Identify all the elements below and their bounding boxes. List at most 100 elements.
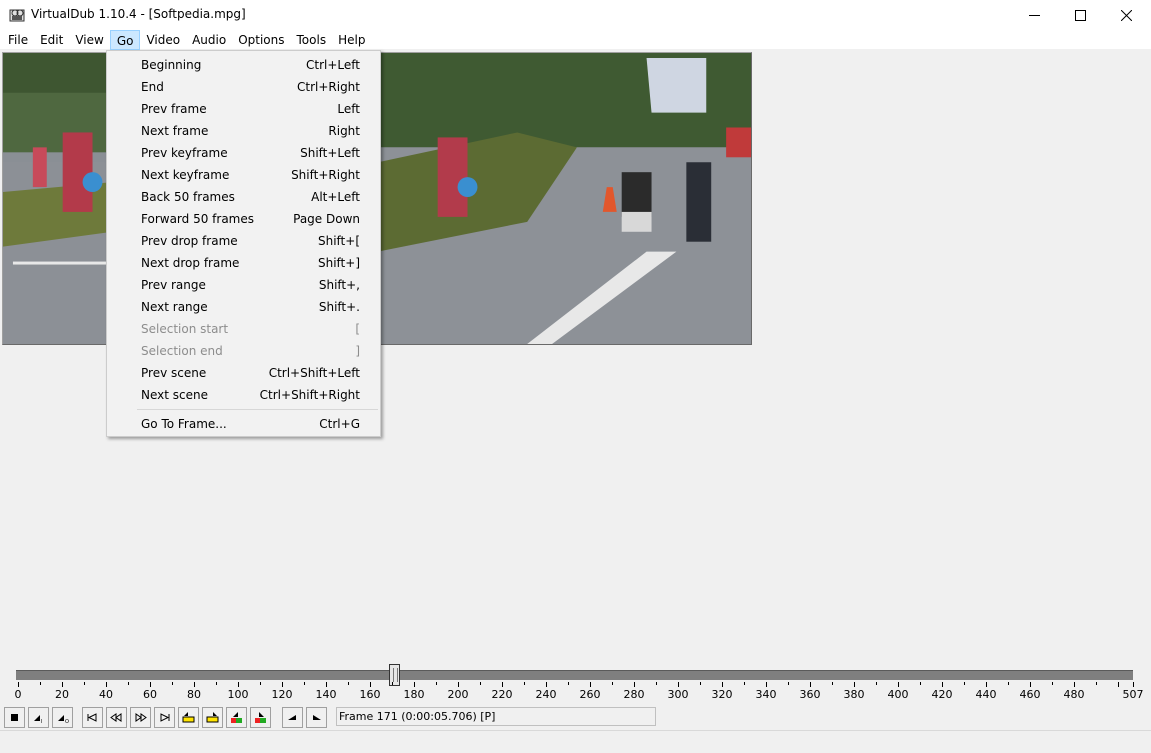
minimize-button[interactable] bbox=[1011, 0, 1057, 30]
timeline-major-tick bbox=[634, 682, 635, 687]
timeline-minor-tick bbox=[304, 682, 305, 685]
menu-file[interactable]: File bbox=[2, 30, 34, 50]
timeline-minor-tick bbox=[216, 682, 217, 685]
timeline-track[interactable] bbox=[16, 670, 1133, 680]
menu-tools[interactable]: Tools bbox=[291, 30, 333, 50]
timeline-tick-label: 220 bbox=[491, 688, 513, 701]
mark-out-icon bbox=[313, 715, 321, 720]
menu-help[interactable]: Help bbox=[332, 30, 371, 50]
menu-item-shortcut: [ bbox=[355, 322, 360, 336]
timeline-tick-label: 80 bbox=[187, 688, 201, 701]
timeline-tick-label: 340 bbox=[755, 688, 777, 701]
go-menu-item-forward-50-frames[interactable]: Forward 50 frames Page Down bbox=[107, 208, 380, 230]
timeline-minor-tick bbox=[876, 682, 877, 685]
output-video-pane[interactable] bbox=[377, 52, 752, 345]
timeline-tick-label: 300 bbox=[667, 688, 689, 701]
menu-bar: File Edit View Go Video Audio Options To… bbox=[0, 29, 1151, 50]
mark-out-button[interactable] bbox=[306, 707, 327, 728]
menu-view[interactable]: View bbox=[69, 30, 109, 50]
virtualdub-app-icon[interactable] bbox=[9, 7, 25, 23]
timeline-minor-tick bbox=[700, 682, 701, 685]
timeline-major-tick bbox=[590, 682, 591, 687]
go-menu-item-prev-scene[interactable]: Prev scene Ctrl+Shift+Left bbox=[107, 362, 380, 384]
menu-item-label: Next frame bbox=[141, 124, 209, 138]
go-menu-item-next-range[interactable]: Next range Shift+. bbox=[107, 296, 380, 318]
timeline-major-tick bbox=[238, 682, 239, 687]
timeline-minor-tick bbox=[656, 682, 657, 685]
timeline-minor-tick bbox=[612, 682, 613, 685]
go-menu-item-go-to-frame[interactable]: Go To Frame... Ctrl+G bbox=[107, 413, 380, 435]
timeline-minor-tick bbox=[1096, 682, 1097, 685]
go-menu-item-next-frame[interactable]: Next frame Right bbox=[107, 120, 380, 142]
go-menu-item-selection-end: Selection end] bbox=[107, 340, 380, 362]
maximize-button[interactable] bbox=[1057, 0, 1103, 30]
minimize-icon bbox=[1028, 14, 1040, 16]
timeline-minor-tick bbox=[964, 682, 965, 685]
menu-edit[interactable]: Edit bbox=[34, 30, 69, 50]
title-bar: VirtualDub 1.10.4 - [Softpedia.mpg] bbox=[0, 0, 1151, 30]
menu-item-label: Prev keyframe bbox=[141, 146, 228, 160]
timeline-major-tick bbox=[678, 682, 679, 687]
menu-item-shortcut: Page Down bbox=[293, 212, 360, 226]
next-scene-button[interactable] bbox=[250, 707, 271, 728]
timeline-minor-tick bbox=[84, 682, 85, 685]
timeline-major-tick bbox=[370, 682, 371, 687]
timeline-tick-label: 260 bbox=[579, 688, 601, 701]
close-button[interactable] bbox=[1103, 0, 1149, 30]
timeline-tick-label: 460 bbox=[1019, 688, 1041, 701]
go-menu-item-next-scene[interactable]: Next scene Ctrl+Shift+Right bbox=[107, 384, 380, 406]
timeline-minor-tick bbox=[788, 682, 789, 685]
play-input-icon: I bbox=[34, 715, 42, 725]
prev-scene-button[interactable] bbox=[226, 707, 247, 728]
go-menu-item-back-50-frames[interactable]: Back 50 frames Alt+Left bbox=[107, 186, 380, 208]
go-menu-item-prev-keyframe[interactable]: Prev keyframe Shift+Left bbox=[107, 142, 380, 164]
menu-video[interactable]: Video bbox=[140, 30, 186, 50]
timeline-minor-tick bbox=[436, 682, 437, 685]
menu-item-label: Prev frame bbox=[141, 102, 207, 116]
stop-button[interactable] bbox=[4, 707, 25, 728]
menu-item-shortcut: ] bbox=[355, 344, 360, 358]
timeline-tick-label: 360 bbox=[799, 688, 821, 701]
menu-item-label: Beginning bbox=[141, 58, 202, 72]
svg-text:O: O bbox=[65, 719, 69, 725]
timeline-major-tick bbox=[898, 682, 899, 687]
menu-item-label: Prev scene bbox=[141, 366, 207, 380]
menu-item-shortcut: Ctrl+Left bbox=[306, 58, 360, 72]
go-menu-item-prev-frame[interactable]: Prev frame Left bbox=[107, 98, 380, 120]
menu-item-label: End bbox=[141, 80, 164, 94]
mark-in-icon bbox=[288, 715, 296, 720]
next-frame-button[interactable] bbox=[130, 707, 151, 728]
window-title: VirtualDub 1.10.4 - [Softpedia.mpg] bbox=[31, 7, 246, 21]
menu-audio[interactable]: Audio bbox=[186, 30, 232, 50]
timeline-tick-label: 380 bbox=[843, 688, 865, 701]
timeline-thumb[interactable] bbox=[389, 664, 400, 686]
mark-in-button[interactable] bbox=[282, 707, 303, 728]
timeline-tick-label: 320 bbox=[711, 688, 733, 701]
timeline-tick-label: 180 bbox=[403, 688, 425, 701]
go-end-button[interactable] bbox=[154, 707, 175, 728]
play-input-button[interactable]: I bbox=[28, 707, 49, 728]
prev-keyframe-button[interactable] bbox=[178, 707, 199, 728]
menu-go[interactable]: Go bbox=[109, 29, 141, 50]
go-menu-item-prev-drop-frame[interactable]: Prev drop frame Shift+[ bbox=[107, 230, 380, 252]
go-start-button[interactable] bbox=[82, 707, 103, 728]
go-menu-item-prev-range[interactable]: Prev range Shift+, bbox=[107, 274, 380, 296]
menu-options[interactable]: Options bbox=[232, 30, 290, 50]
menu-item-shortcut: Ctrl+Shift+Right bbox=[259, 388, 360, 402]
timeline-major-tick bbox=[194, 682, 195, 687]
menu-item-shortcut: Alt+Left bbox=[311, 190, 360, 204]
timeline-tick-label: 240 bbox=[535, 688, 557, 701]
go-menu-item-next-drop-frame[interactable]: Next drop frame Shift+] bbox=[107, 252, 380, 274]
next-keyframe-button[interactable] bbox=[202, 707, 223, 728]
prev-frame-button[interactable] bbox=[106, 707, 127, 728]
timeline-major-tick bbox=[766, 682, 767, 687]
menu-separator bbox=[137, 409, 378, 410]
go-menu-item-end[interactable]: End Ctrl+Right bbox=[107, 76, 380, 98]
go-menu-item-next-keyframe[interactable]: Next keyframe Shift+Right bbox=[107, 164, 380, 186]
timeline-tick-label: 160 bbox=[359, 688, 381, 701]
timeline-minor-tick bbox=[172, 682, 173, 685]
timeline-major-tick bbox=[942, 682, 943, 687]
play-output-button[interactable]: O bbox=[52, 707, 73, 728]
menu-item-shortcut: Shift+Left bbox=[300, 146, 360, 160]
go-menu-item-beginning[interactable]: Beginning Ctrl+Left bbox=[107, 54, 380, 76]
